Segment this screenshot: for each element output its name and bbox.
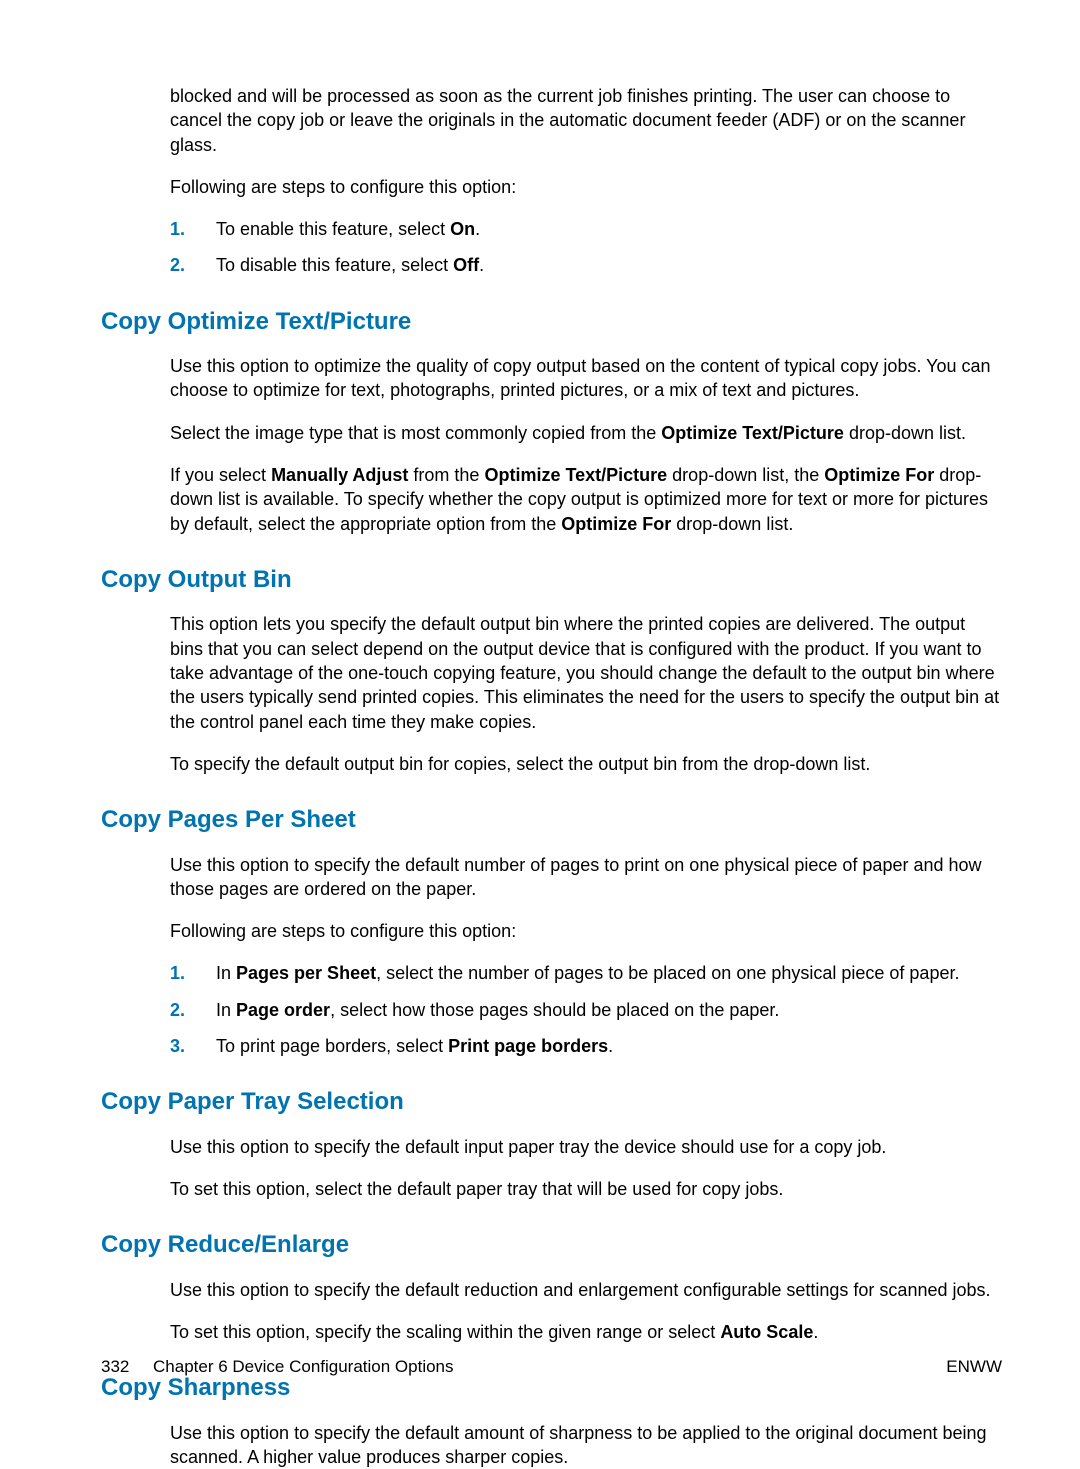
bold-text: Optimize Text/Picture xyxy=(661,423,844,443)
intro-block: blocked and will be processed as soon as… xyxy=(170,84,1002,278)
paragraph: Following are steps to configure this op… xyxy=(170,175,1002,199)
bold-text: Off xyxy=(453,255,479,275)
footer-right: ENWW xyxy=(946,1356,1002,1379)
bold-text: Manually Adjust xyxy=(271,465,408,485)
page: blocked and will be processed as soon as… xyxy=(0,0,1080,1437)
ordered-list: 1. To enable this feature, select On. 2.… xyxy=(170,217,1002,278)
text: If you select xyxy=(170,465,271,485)
list-number: 1. xyxy=(170,961,185,985)
section-heading-copy-paper-tray: Copy Paper Tray Selection xyxy=(101,1086,1002,1118)
section-heading-copy-reduce-enlarge: Copy Reduce/Enlarge xyxy=(101,1229,1002,1261)
list-item: 1. In Pages per Sheet, select the number… xyxy=(216,961,1002,985)
list-item: 1. To enable this feature, select On. xyxy=(216,217,1002,241)
list-number: 2. xyxy=(170,998,185,1022)
paragraph: Use this option to optimize the quality … xyxy=(170,354,1002,403)
list-text: To enable this feature, select xyxy=(216,219,450,239)
text: To set this option, specify the scaling … xyxy=(170,1322,720,1342)
section-body: Use this option to specify the default n… xyxy=(170,853,1002,1059)
text: . xyxy=(813,1322,818,1342)
page-number: 332 xyxy=(101,1357,129,1376)
list-item: 2. To disable this feature, select Off. xyxy=(216,253,1002,277)
paragraph: blocked and will be processed as soon as… xyxy=(170,84,1002,157)
page-footer: 332 Chapter 6 Device Configuration Optio… xyxy=(101,1356,1002,1379)
bold-text: Optimize Text/Picture xyxy=(484,465,667,485)
list-text: To disable this feature, select xyxy=(216,255,453,275)
list-number: 3. xyxy=(170,1034,185,1058)
list-text: To print page borders, select xyxy=(216,1036,448,1056)
paragraph: This option lets you specify the default… xyxy=(170,612,1002,733)
list-text: In xyxy=(216,1000,236,1020)
bold-text: Page order xyxy=(236,1000,330,1020)
list-item: 3. To print page borders, select Print p… xyxy=(216,1034,1002,1058)
paragraph: To set this option, specify the scaling … xyxy=(170,1320,1002,1344)
paragraph: Use this option to specify the default n… xyxy=(170,853,1002,902)
bold-text: Pages per Sheet xyxy=(236,963,376,983)
bold-text: Print page borders xyxy=(448,1036,608,1056)
section-heading-copy-optimize: Copy Optimize Text/Picture xyxy=(101,306,1002,338)
chapter-title: Chapter 6 Device Configuration Options xyxy=(153,1357,454,1376)
list-item: 2. In Page order, select how those pages… xyxy=(216,998,1002,1022)
paragraph: If you select Manually Adjust from the O… xyxy=(170,463,1002,536)
list-text: , select the number of pages to be place… xyxy=(376,963,959,983)
paragraph: Use this option to specify the default a… xyxy=(170,1421,1002,1469)
bold-text: Optimize For xyxy=(561,514,671,534)
paragraph: Select the image type that is most commo… xyxy=(170,421,1002,445)
paragraph: Following are steps to configure this op… xyxy=(170,919,1002,943)
bold-text: On xyxy=(450,219,475,239)
list-text: In xyxy=(216,963,236,983)
section-body: Use this option to specify the default r… xyxy=(170,1278,1002,1345)
paragraph: Use this option to specify the default r… xyxy=(170,1278,1002,1302)
section-body: This option lets you specify the default… xyxy=(170,612,1002,776)
section-body: Use this option to specify the default a… xyxy=(170,1421,1002,1469)
paragraph: To set this option, select the default p… xyxy=(170,1177,1002,1201)
list-text: . xyxy=(479,255,484,275)
footer-left: 332 Chapter 6 Device Configuration Optio… xyxy=(101,1356,454,1379)
text: drop-down list. xyxy=(671,514,793,534)
text: drop-down list. xyxy=(844,423,966,443)
bold-text: Auto Scale xyxy=(720,1322,813,1342)
list-text: , select how those pages should be place… xyxy=(330,1000,779,1020)
section-heading-copy-output-bin: Copy Output Bin xyxy=(101,564,1002,596)
list-text: . xyxy=(475,219,480,239)
ordered-list: 1. In Pages per Sheet, select the number… xyxy=(170,961,1002,1058)
section-body: Use this option to optimize the quality … xyxy=(170,354,1002,536)
paragraph: Use this option to specify the default i… xyxy=(170,1135,1002,1159)
list-text: . xyxy=(608,1036,613,1056)
list-number: 2. xyxy=(170,253,185,277)
text: Select the image type that is most commo… xyxy=(170,423,661,443)
text: drop-down list, the xyxy=(667,465,824,485)
section-heading-copy-pages-per-sheet: Copy Pages Per Sheet xyxy=(101,804,1002,836)
list-number: 1. xyxy=(170,217,185,241)
text: from the xyxy=(408,465,484,485)
bold-text: Optimize For xyxy=(824,465,934,485)
paragraph: To specify the default output bin for co… xyxy=(170,752,1002,776)
section-body: Use this option to specify the default i… xyxy=(170,1135,1002,1202)
